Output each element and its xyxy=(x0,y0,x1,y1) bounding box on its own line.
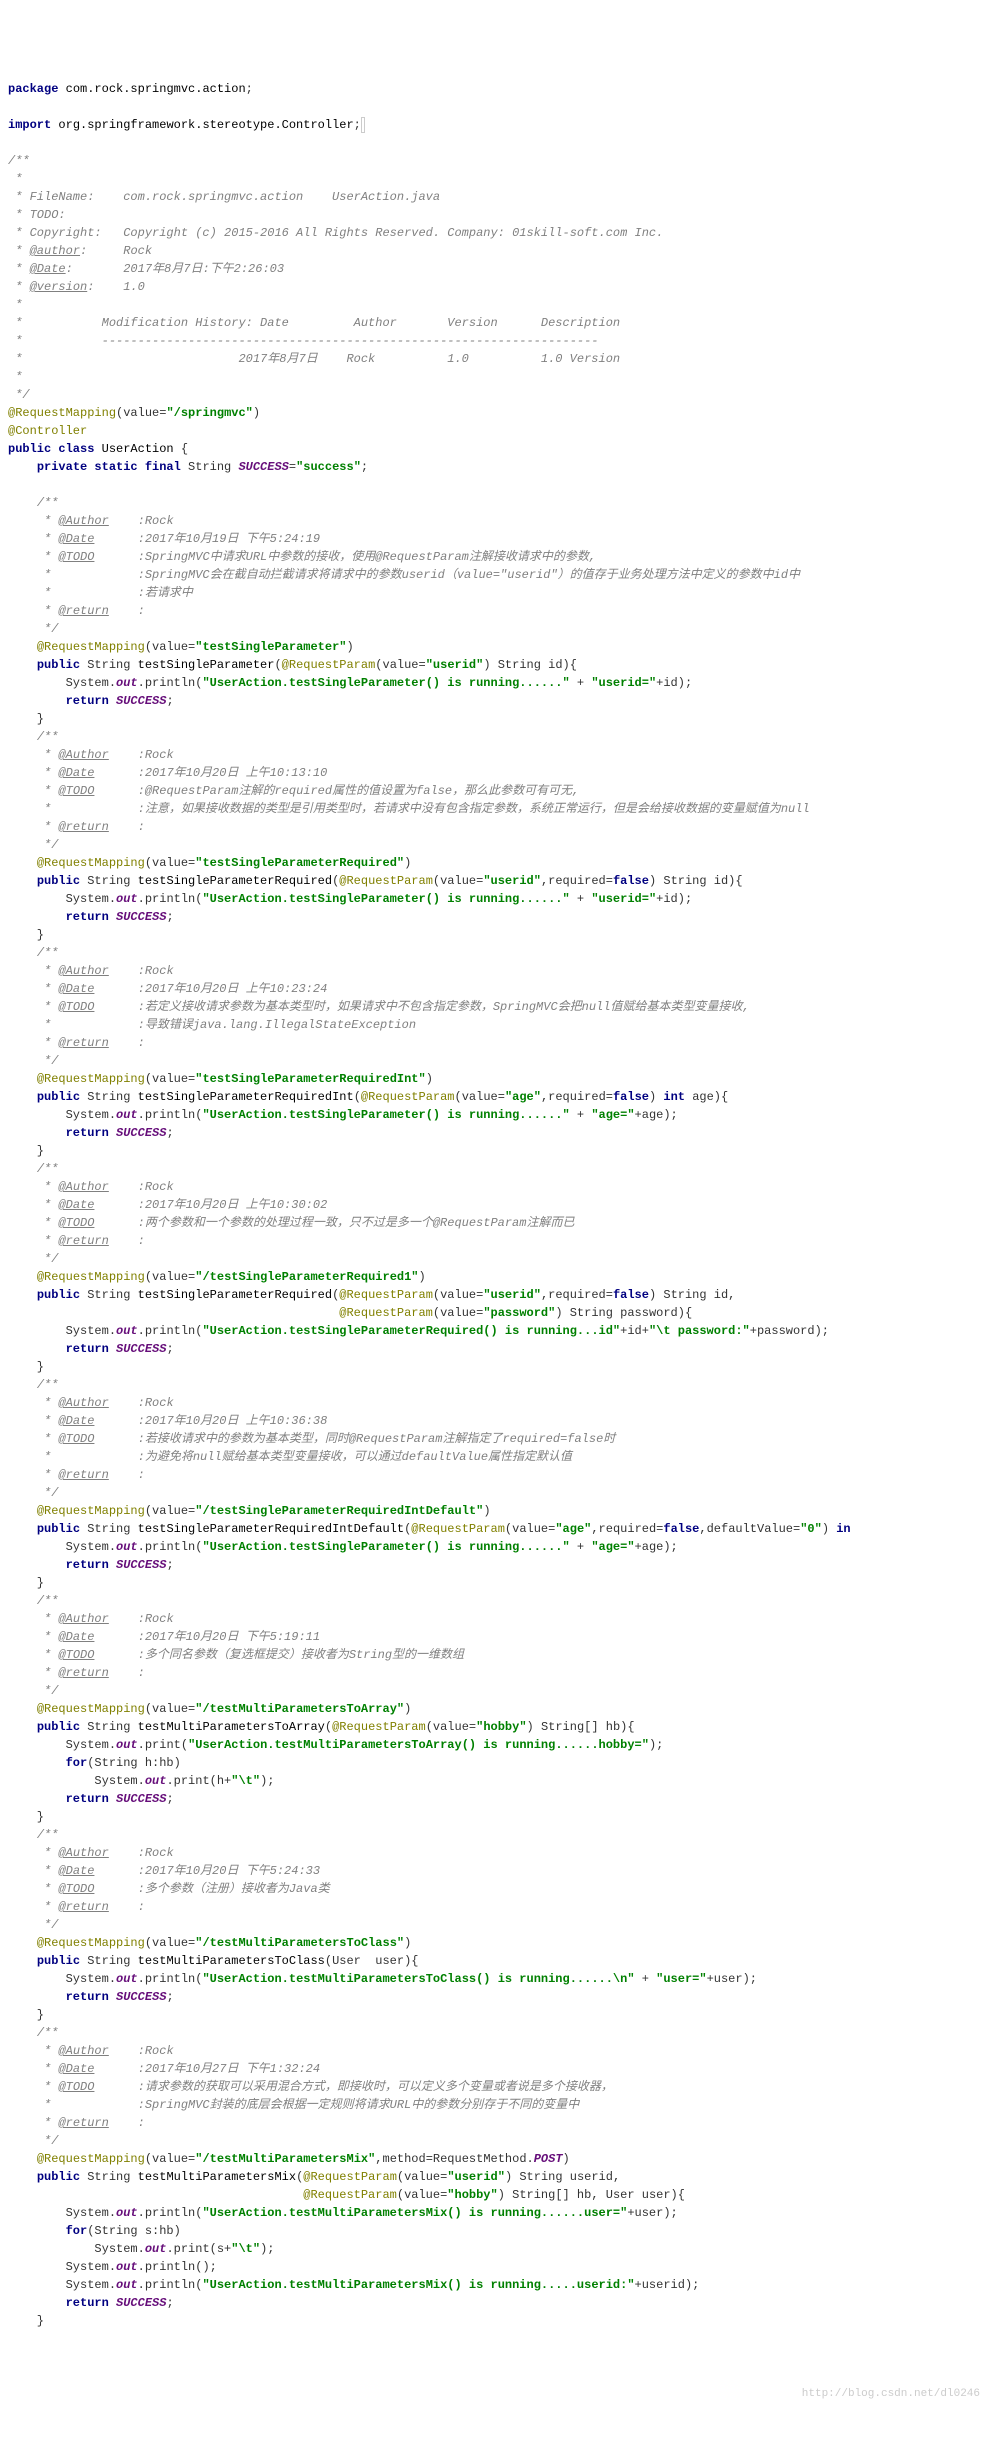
code-viewer: package com.rock.springmvc.action; impor… xyxy=(8,80,992,2330)
watermark: http://blog.csdn.net/dl0246 xyxy=(802,2386,980,2403)
